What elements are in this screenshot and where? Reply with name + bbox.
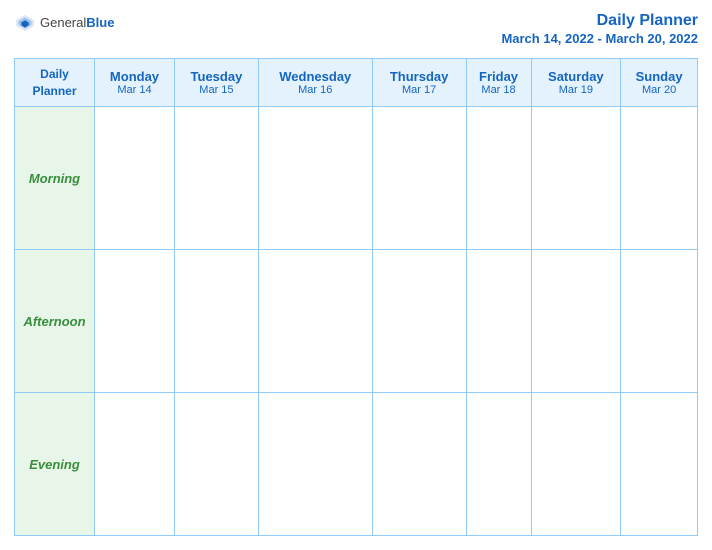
column-header-wednesday: Wednesday Mar 16	[258, 59, 372, 107]
cell-tuesday-morning[interactable]	[174, 107, 258, 250]
cell-monday-morning[interactable]	[95, 107, 175, 250]
cell-wednesday-evening[interactable]	[258, 393, 372, 536]
planner-table: Daily Planner Monday Mar 14 Tuesday Mar …	[14, 58, 698, 536]
row-label-morning: Morning	[15, 107, 95, 250]
cell-wednesday-morning[interactable]	[258, 107, 372, 250]
generalblue-logo-icon	[14, 12, 36, 34]
cell-thursday-afternoon[interactable]	[372, 250, 466, 393]
cell-friday-evening[interactable]	[466, 393, 531, 536]
cell-sunday-afternoon[interactable]	[621, 250, 698, 393]
cell-tuesday-evening[interactable]	[174, 393, 258, 536]
cell-thursday-evening[interactable]	[372, 393, 466, 536]
column-header-saturday: Saturday Mar 19	[531, 59, 621, 107]
date-range: March 14, 2022 - March 20, 2022	[501, 31, 698, 46]
column-header-friday: Friday Mar 18	[466, 59, 531, 107]
column-header-label: Daily Planner	[15, 59, 95, 107]
table-row-morning: Morning	[15, 107, 698, 250]
cell-monday-afternoon[interactable]	[95, 250, 175, 393]
title-block: Daily Planner March 14, 2022 - March 20,…	[501, 12, 698, 48]
page-title: Daily Planner	[597, 12, 698, 29]
cell-thursday-morning[interactable]	[372, 107, 466, 250]
cell-wednesday-afternoon[interactable]	[258, 250, 372, 393]
cell-friday-morning[interactable]	[466, 107, 531, 250]
cell-friday-afternoon[interactable]	[466, 250, 531, 393]
column-header-tuesday: Tuesday Mar 15	[174, 59, 258, 107]
cell-monday-evening[interactable]	[95, 393, 175, 536]
column-header-monday: Monday Mar 14	[95, 59, 175, 107]
table-row-afternoon: Afternoon	[15, 250, 698, 393]
logo-general-text: General	[40, 15, 86, 30]
column-header-sunday: Sunday Mar 20	[621, 59, 698, 107]
cell-saturday-evening[interactable]	[531, 393, 621, 536]
row-label-afternoon: Afternoon	[15, 250, 95, 393]
cell-sunday-morning[interactable]	[621, 107, 698, 250]
cell-saturday-afternoon[interactable]	[531, 250, 621, 393]
cell-sunday-evening[interactable]	[621, 393, 698, 536]
table-header-row: Daily Planner Monday Mar 14 Tuesday Mar …	[15, 59, 698, 107]
row-label-evening: Evening	[15, 393, 95, 536]
logo: GeneralBlue	[14, 12, 114, 34]
cell-tuesday-afternoon[interactable]	[174, 250, 258, 393]
column-header-thursday: Thursday Mar 17	[372, 59, 466, 107]
logo-blue-text: Blue	[86, 15, 114, 30]
page-header: GeneralBlue Daily Planner March 14, 2022…	[14, 12, 698, 48]
table-row-evening: Evening	[15, 393, 698, 536]
cell-saturday-morning[interactable]	[531, 107, 621, 250]
